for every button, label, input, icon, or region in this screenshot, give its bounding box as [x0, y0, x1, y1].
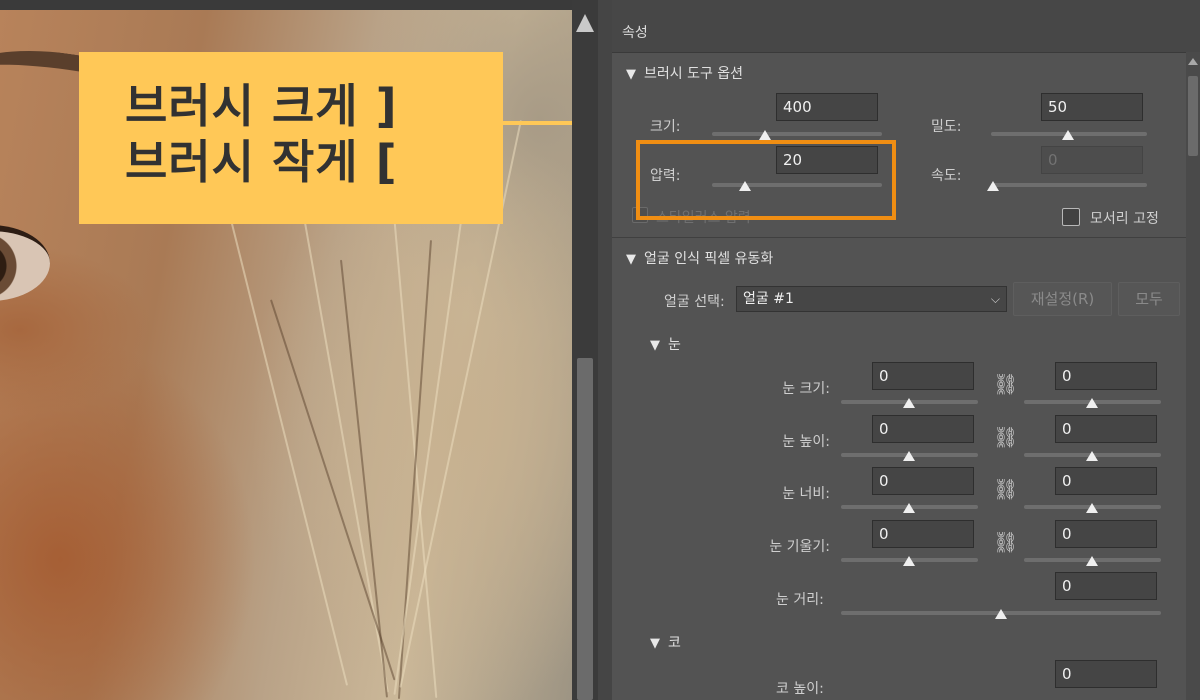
eye-row-right-slider[interactable] [1024, 398, 1161, 410]
eye-row-left-slider[interactable] [841, 451, 978, 463]
panel-scrollbar-thumb[interactable] [1188, 76, 1198, 156]
panel-scroll-up-icon[interactable] [1188, 58, 1198, 65]
rate-slider-thumb[interactable] [987, 181, 999, 191]
density-slider[interactable] [991, 130, 1147, 142]
eye-row-right-input[interactable]: 0 [1055, 520, 1157, 548]
chain-link-icon[interactable]: ⛓ [993, 479, 1018, 499]
subsection-eyes-title: 눈 [668, 337, 681, 353]
size-label: 크기: [650, 119, 681, 135]
eye-row-left-input[interactable]: 0 [872, 520, 974, 548]
eye-distance-input[interactable]: 0 [1055, 572, 1157, 600]
shortcut-callout: 브러시 크게 ] 브러시 작게 [ [79, 52, 503, 224]
eye-row-left-input[interactable]: 0 [872, 415, 974, 443]
slider-thumb[interactable] [1086, 398, 1098, 408]
pin-edges-label: 모서리 고정 [1090, 211, 1159, 227]
canvas-top-edge [0, 0, 572, 10]
triangle-down-icon: ▼ [650, 636, 660, 651]
pressure-highlight-box [636, 140, 896, 220]
eye-row-left-slider[interactable] [841, 556, 978, 568]
chain-link-icon[interactable]: ⛓ [993, 532, 1018, 552]
eye-row-label: 눈 크기: [782, 381, 830, 397]
density-label: 밀도: [931, 119, 962, 135]
subsection-eyes-header[interactable]: ▼ 눈 [650, 334, 681, 354]
rate-label: 속도: [931, 168, 962, 184]
scrollbar-thumb[interactable] [577, 358, 593, 700]
hair-strand [230, 219, 349, 686]
eye-row-right-input[interactable]: 0 [1055, 467, 1157, 495]
triangle-down-icon: ▼ [626, 252, 636, 267]
canvas-vertical-scrollbar[interactable] [572, 0, 598, 700]
section-face-aware-header[interactable]: ▼ 얼굴 인식 픽셀 유동화 [626, 248, 773, 268]
eye-distance-label: 눈 거리: [776, 592, 824, 608]
density-input[interactable]: 50 [1041, 93, 1143, 121]
select-face-dropdown[interactable]: 얼굴 #1 ⌵ [736, 286, 1007, 312]
subsection-nose-title: 코 [668, 635, 681, 651]
hair-strand [393, 150, 472, 695]
section-brush-options-title: 브러시 도구 옵션 [644, 66, 744, 82]
callout-line-enlarge: 브러시 크게 ] [125, 79, 398, 133]
eye-row-label: 눈 높이: [782, 434, 830, 450]
select-face-label: 얼굴 선택: [664, 294, 725, 310]
slider-thumb[interactable] [903, 556, 915, 566]
size-input[interactable]: 400 [776, 93, 878, 121]
eye-row-right-input[interactable]: 0 [1055, 362, 1157, 390]
density-slider-thumb[interactable] [1062, 130, 1074, 140]
pin-edges-checkbox[interactable] [1062, 208, 1080, 226]
eye-row-right-slider[interactable] [1024, 503, 1161, 515]
eye-distance-slider[interactable] [841, 609, 1161, 621]
panel-header: 속성 [612, 0, 1200, 53]
eye-row-label: 눈 기울기: [769, 539, 830, 555]
slider-thumb[interactable] [903, 503, 915, 513]
subsection-nose-header[interactable]: ▼ 코 [650, 632, 681, 652]
triangle-down-icon: ▼ [650, 338, 660, 353]
chain-link-icon[interactable]: ⛓ [993, 374, 1018, 394]
nose-height-input[interactable]: 0 [1055, 660, 1157, 688]
size-slider-track [712, 132, 882, 136]
eye-row-label: 눈 너비: [782, 486, 830, 502]
eye-row-left-input[interactable]: 0 [872, 362, 974, 390]
reset-button[interactable]: 재설정(R) [1013, 282, 1112, 316]
section-divider [612, 237, 1186, 238]
eye-row-left-input[interactable]: 0 [872, 467, 974, 495]
rate-slider-track [991, 183, 1147, 187]
rate-input[interactable]: 0 [1041, 146, 1143, 174]
size-slider-thumb[interactable] [759, 130, 771, 140]
eye-distance-slider-thumb[interactable] [995, 609, 1007, 619]
slider-thumb[interactable] [1086, 451, 1098, 461]
section-face-aware-title: 얼굴 인식 픽셀 유동화 [644, 251, 774, 267]
eye-row-left-slider[interactable] [841, 503, 978, 515]
all-button[interactable]: 모두 [1118, 282, 1180, 316]
rate-slider[interactable] [987, 181, 1147, 193]
triangle-down-icon: ▼ [626, 67, 636, 82]
scroll-up-arrow-icon[interactable] [576, 14, 594, 32]
eye-row-right-slider[interactable] [1024, 451, 1161, 463]
nose-height-label: 코 높이: [776, 681, 824, 697]
section-brush-options-header[interactable]: ▼ 브러시 도구 옵션 [626, 63, 743, 83]
select-face-value: 얼굴 #1 [743, 291, 794, 307]
chain-link-icon[interactable]: ⛓ [993, 427, 1018, 447]
hair-strand [340, 259, 388, 698]
chevron-down-icon: ⌵ [990, 292, 1000, 306]
slider-thumb[interactable] [1086, 503, 1098, 513]
slider-thumb[interactable] [1086, 556, 1098, 566]
eye-row-right-input[interactable]: 0 [1055, 415, 1157, 443]
slider-thumb[interactable] [903, 451, 915, 461]
slider-thumb[interactable] [903, 398, 915, 408]
panel-scrollbar[interactable] [1186, 52, 1200, 700]
panel-title: 속성 [622, 25, 648, 41]
eye-graphic [0, 225, 50, 301]
eye-row-right-slider[interactable] [1024, 556, 1161, 568]
callout-line-shrink: 브러시 작게 [ [125, 135, 398, 189]
eye-row-left-slider[interactable] [841, 398, 978, 410]
